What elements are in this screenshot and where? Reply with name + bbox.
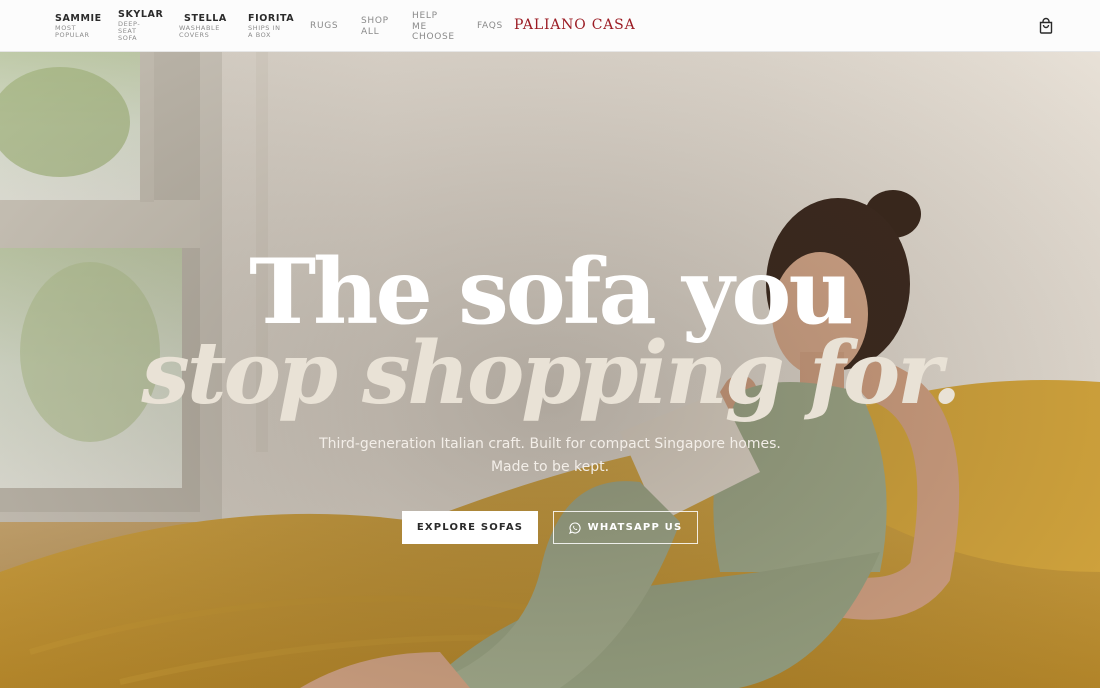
- nav-link-label: RUGS: [310, 21, 339, 31]
- nav-item-fiorita[interactable]: FIORITA SHIPS IN A BOX: [248, 13, 294, 39]
- nav-item-tagline: WASHABLE COVERS: [179, 24, 220, 39]
- nav-link-rugs[interactable]: RUGS: [310, 21, 338, 32]
- hero-headline-italic: stop shopping for.: [141, 323, 961, 424]
- nav-link-label: FAQS: [477, 21, 503, 31]
- shopping-bag-icon[interactable]: [1037, 17, 1055, 35]
- nav-link-label: HELP ME CHOOSE: [412, 11, 455, 42]
- top-nav: SAMMIE MOST POPULAR SKYLAR DEEP- SEAT SO…: [0, 0, 1100, 52]
- nav-item-name: SAMMIE: [55, 13, 102, 24]
- explore-sofas-button[interactable]: EXPLORE SOFAS: [402, 511, 538, 544]
- nav-item-sammie[interactable]: SAMMIE MOST POPULAR: [55, 13, 102, 39]
- nav-item-skylar[interactable]: SKYLAR DEEP- SEAT SOFA: [118, 9, 163, 42]
- hero-subtitle: Third-generation Italian craft. Built fo…: [319, 436, 781, 452]
- nav-link-faqs[interactable]: FAQS: [477, 21, 503, 32]
- hero-section: The sofa you stop shopping for. Third-ge…: [0, 52, 1100, 688]
- nav-item-tagline: MOST POPULAR: [55, 24, 90, 39]
- nav-link-help-me-choose[interactable]: HELP ME CHOOSE: [412, 11, 455, 43]
- whatsapp-icon: [568, 521, 581, 534]
- brand-logo[interactable]: PALIANO CASA: [514, 17, 635, 33]
- nav-link-shop-all[interactable]: SHOP ALL: [361, 16, 389, 37]
- whatsapp-us-label: WHATSAPP US: [587, 522, 683, 533]
- hero-subtitle-tagline: Made to be kept.: [490, 459, 610, 475]
- nav-item-stella[interactable]: STELLA WASHABLE COVERS: [179, 13, 227, 39]
- nav-link-label: SHOP ALL: [361, 16, 389, 37]
- nav-item-name: STELLA: [184, 13, 227, 24]
- nav-item-name: SKYLAR: [118, 9, 164, 20]
- nav-item-tagline: DEEP- SEAT SOFA: [118, 20, 141, 42]
- nav-item-tagline: SHIPS IN A BOX: [248, 24, 281, 39]
- explore-sofas-label: EXPLORE SOFAS: [416, 522, 524, 533]
- nav-item-name: FIORITA: [248, 13, 295, 24]
- whatsapp-us-button[interactable]: WHATSAPP US: [553, 511, 698, 544]
